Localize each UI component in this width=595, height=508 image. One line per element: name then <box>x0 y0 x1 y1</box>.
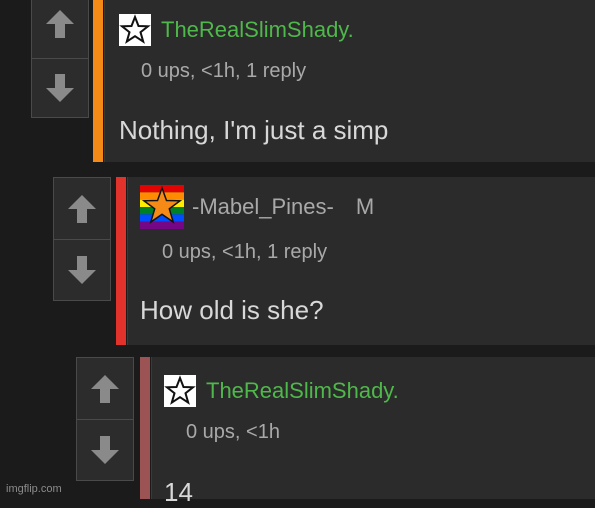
username-link[interactable]: TheRealSlimShady. <box>161 17 354 43</box>
upvote-button[interactable] <box>54 178 110 240</box>
thread-accent-bar <box>116 177 126 345</box>
vote-column <box>53 177 111 301</box>
vote-column <box>31 0 89 118</box>
comment-meta: 0 ups, <1h <box>186 421 280 443</box>
comment-3: TheRealSlimShady. 0 ups, <1h 14 <box>76 357 595 507</box>
comment-1: TheRealSlimShady. 0 ups, <1h, 1 reply No… <box>31 0 595 162</box>
thread-accent-bar <box>93 0 103 162</box>
comment-panel: TheRealSlimShady. 0 ups, <1h 14 <box>151 357 595 507</box>
arrow-up-icon <box>91 374 119 403</box>
rainbow-flag-star-icon <box>140 185 184 229</box>
arrow-down-icon <box>91 436 119 464</box>
comment-panel: TheRealSlimShady. 0 ups, <1h, 1 reply No… <box>104 0 595 162</box>
comment-meta: 0 ups, <1h, 1 reply <box>141 60 307 82</box>
vote-column <box>76 357 134 481</box>
star-outline-icon <box>119 14 151 46</box>
comment-panel: -Mabel_Pines- M 0 ups, <1h, 1 reply How … <box>127 177 595 345</box>
comment-body: 14 <box>164 477 193 507</box>
arrow-down-icon <box>46 74 74 102</box>
comment-body: Nothing, I'm just a simp <box>119 115 389 145</box>
downvote-button[interactable] <box>54 240 110 300</box>
downvote-button[interactable] <box>77 420 133 480</box>
comment-body: How old is she? <box>140 295 324 325</box>
gender-badge: M <box>355 194 375 219</box>
thread-accent-bar <box>140 357 150 499</box>
comment-meta: 0 ups, <1h, 1 reply <box>162 241 328 263</box>
star-outline-icon <box>164 375 196 407</box>
arrow-down-icon <box>68 256 96 284</box>
comment-2: -Mabel_Pines- M 0 ups, <1h, 1 reply How … <box>53 177 595 345</box>
upvote-button[interactable] <box>77 358 133 420</box>
upvote-button[interactable] <box>32 0 88 59</box>
arrow-up-icon <box>46 9 74 38</box>
watermark: imgflip.com <box>6 483 62 495</box>
downvote-button[interactable] <box>32 59 88 117</box>
arrow-up-icon <box>68 194 96 223</box>
username-link[interactable]: TheRealSlimShady. <box>206 378 399 404</box>
username-link[interactable]: -Mabel_Pines- <box>192 194 334 220</box>
